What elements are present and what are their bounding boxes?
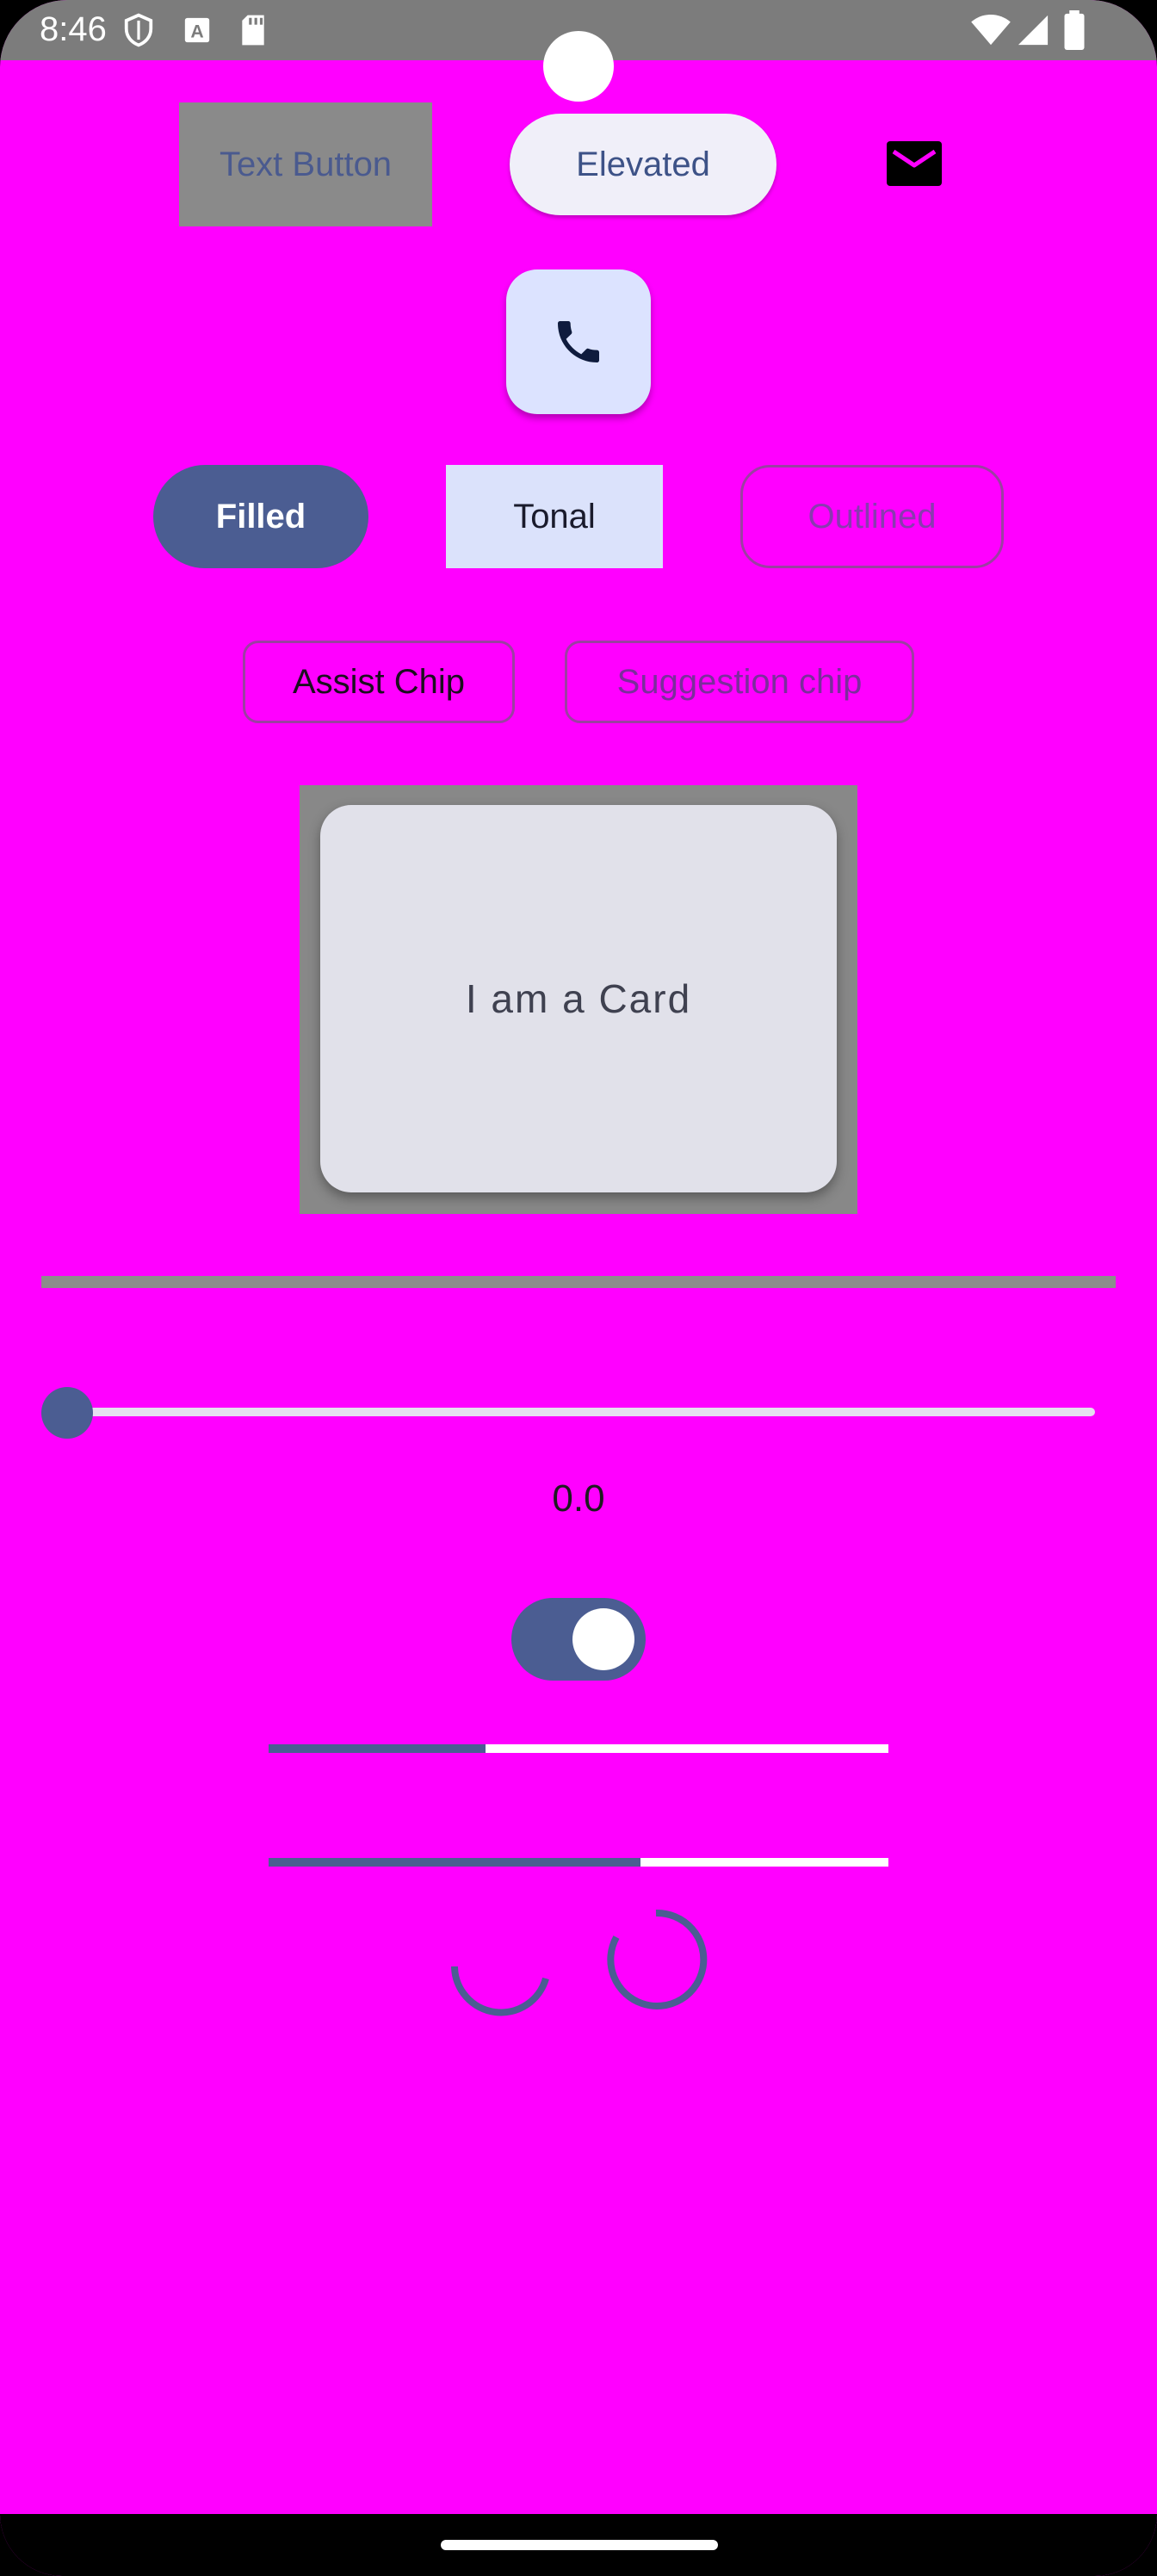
- svg-text:A: A: [190, 22, 203, 42]
- home-handle[interactable]: [441, 2540, 718, 2550]
- app-screen: 8:46 A Text Button Elevated Filled Tonal…: [0, 0, 1157, 2576]
- shield-icon: [124, 13, 153, 47]
- linear-progress-1-indicator: [269, 1744, 486, 1753]
- fab-button[interactable]: [506, 269, 651, 414]
- mail-icon[interactable]: [887, 141, 942, 186]
- suggestion-chip[interactable]: Suggestion chip: [565, 641, 914, 723]
- text-button[interactable]: Text Button: [179, 102, 432, 226]
- front-camera: [543, 31, 614, 102]
- battery-icon: [1064, 10, 1085, 50]
- signal-icon: [1018, 15, 1049, 46]
- status-time: 8:46: [40, 10, 107, 48]
- circular-progress-2: [607, 1909, 708, 2009]
- sd-card-icon: [242, 15, 264, 46]
- wifi-icon: [971, 14, 1011, 46]
- slider-thumb[interactable]: [41, 1387, 93, 1439]
- switch-knob[interactable]: [572, 1608, 634, 1670]
- divider: [41, 1276, 1116, 1288]
- keyboard-a-icon: A: [184, 17, 210, 43]
- card[interactable]: I am a Card: [320, 805, 837, 1192]
- circular-progress-1: [451, 1966, 549, 2016]
- elevated-button[interactable]: Elevated: [510, 114, 776, 215]
- navigation-bar: [0, 2514, 1157, 2576]
- phone-icon: [558, 321, 599, 362]
- slider-track[interactable]: [52, 1408, 1095, 1416]
- linear-progress-2-indicator: [269, 1858, 640, 1867]
- tonal-button[interactable]: Tonal: [446, 465, 663, 568]
- outlined-button[interactable]: Outlined: [740, 465, 1004, 568]
- assist-chip[interactable]: Assist Chip: [243, 641, 515, 723]
- slider-value: 0.0: [552, 1477, 605, 1520]
- filled-button[interactable]: Filled: [153, 465, 368, 568]
- card-text: I am a Card: [465, 976, 692, 1021]
